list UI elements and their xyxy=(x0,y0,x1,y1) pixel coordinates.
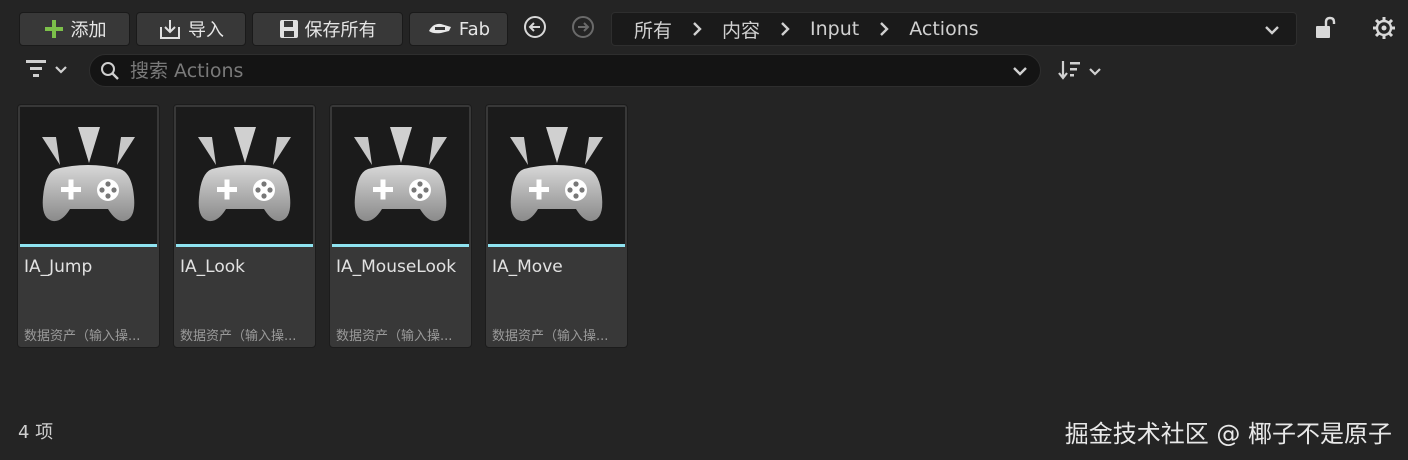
plus-icon xyxy=(43,18,65,40)
save-all-label: 保存所有 xyxy=(304,20,377,41)
breadcrumb-item[interactable]: 所有 xyxy=(634,16,672,43)
forward-button[interactable] xyxy=(570,16,596,42)
chevron-down-icon[interactable] xyxy=(1264,21,1280,43)
chevron-right-icon[interactable] xyxy=(780,21,790,37)
asset-tile[interactable]: IA_Move 数据资产（输入操... xyxy=(485,104,628,348)
add-button[interactable]: 添加 xyxy=(19,12,130,46)
asset-tile[interactable]: IA_Look 数据资产（输入操... xyxy=(173,104,316,348)
asset-thumbnail xyxy=(488,107,625,244)
asset-type: 数据资产（输入操... xyxy=(336,329,453,344)
item-count: 4 项 xyxy=(18,422,54,443)
asset-name: IA_Move xyxy=(492,257,563,277)
filter-button[interactable] xyxy=(24,58,68,82)
search-box xyxy=(89,54,1041,87)
chevron-down-icon[interactable] xyxy=(1012,63,1028,83)
gear-icon[interactable] xyxy=(1372,16,1396,44)
gamepad-icon xyxy=(510,127,603,222)
lock-open-icon[interactable] xyxy=(1314,16,1336,44)
breadcrumb-item[interactable]: 内容 xyxy=(722,16,760,43)
asset-type-accent xyxy=(488,244,625,247)
gamepad-icon xyxy=(42,127,135,222)
asset-type-accent xyxy=(176,244,313,247)
chevron-down-icon xyxy=(1088,63,1102,82)
sort-icon xyxy=(1058,59,1082,85)
save-icon xyxy=(279,19,299,39)
asset-type: 数据资产（输入操... xyxy=(492,329,609,344)
breadcrumb-item[interactable]: Actions xyxy=(909,18,978,40)
add-label: 添加 xyxy=(70,20,107,41)
filter-icon xyxy=(24,58,48,82)
breadcrumb: 所有 内容 Input Actions xyxy=(611,12,1297,46)
gamepad-icon xyxy=(354,127,447,222)
asset-type-accent xyxy=(332,244,469,247)
breadcrumb-item[interactable]: Input xyxy=(810,18,859,40)
gamepad-icon xyxy=(198,127,291,222)
fab-button[interactable]: Fab xyxy=(409,12,508,46)
asset-type-accent xyxy=(20,244,157,247)
asset-thumbnail xyxy=(332,107,469,244)
fab-icon xyxy=(427,21,453,37)
arrow-left-icon xyxy=(523,15,547,43)
save-all-button[interactable]: 保存所有 xyxy=(252,12,403,46)
watermark: 掘金技术社区 @ 椰子不是原子 xyxy=(1064,420,1392,448)
import-label: 导入 xyxy=(188,20,224,41)
asset-tile[interactable]: IA_MouseLook 数据资产（输入操... xyxy=(329,104,472,348)
back-button[interactable] xyxy=(522,16,548,42)
asset-thumbnail xyxy=(20,107,157,244)
asset-tile[interactable]: IA_Jump 数据资产（输入操... xyxy=(17,104,160,348)
sort-button[interactable] xyxy=(1058,59,1102,85)
fab-label: Fab xyxy=(458,18,491,40)
arrow-right-icon xyxy=(571,15,595,43)
asset-name: IA_MouseLook xyxy=(336,257,457,277)
asset-type: 数据资产（输入操... xyxy=(24,329,141,344)
import-button[interactable]: 导入 xyxy=(136,12,246,46)
search-icon xyxy=(100,61,120,81)
asset-thumbnail xyxy=(176,107,313,244)
search-input[interactable] xyxy=(128,58,992,83)
content-browser: 添加 导入 保存所有 Fab 所有 内容 Input Actions 搜索 Ac… xyxy=(0,0,1408,460)
chevron-down-icon xyxy=(54,61,68,80)
asset-name: IA_Jump xyxy=(24,257,93,277)
chevron-right-icon[interactable] xyxy=(879,21,889,37)
asset-name: IA_Look xyxy=(180,257,245,277)
asset-type: 数据资产（输入操... xyxy=(180,329,297,344)
import-icon xyxy=(158,18,182,40)
chevron-right-icon[interactable] xyxy=(692,21,702,37)
